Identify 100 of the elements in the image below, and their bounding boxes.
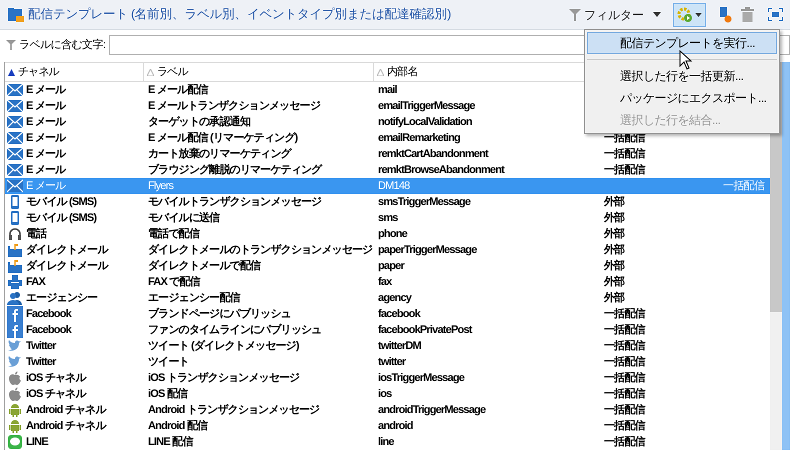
table-cell-text: モバイル (SMS) — [26, 210, 96, 226]
table-cell-text: Android チャネル — [26, 402, 106, 418]
table-row[interactable]: Facebook ブランドページにパブリッシュ facebook 一括配信 — [5, 306, 770, 322]
table-cell: emailTriggerMessage — [378, 100, 475, 112]
table-cell-text: iOS チャネル — [26, 386, 86, 402]
table-row[interactable]: LINE LINE 配信 line 一括配信 — [5, 434, 770, 450]
table-cell: notifyLocalValidation — [378, 116, 472, 128]
table-cell: ダイレクトメールで配信 — [148, 260, 260, 272]
table-cell-text: 外部 — [604, 226, 624, 242]
table-cell-text: 一括配信 — [604, 370, 645, 386]
table-row[interactable]: ダイレクトメール ダイレクトメールのトランザクションメッセージ paperTriggerMessage 外部 — [5, 242, 770, 258]
table-cell: twitter — [378, 356, 406, 368]
headset-icon — [7, 227, 23, 241]
table-cell-text: 一括配信 — [604, 402, 645, 418]
robot-icon — [7, 403, 23, 417]
table-cell-text: E メール — [26, 178, 66, 194]
fax-icon — [7, 275, 23, 289]
table-cell-text: Android チャネル — [26, 418, 106, 434]
table-row[interactable]: モバイル (SMS) モバイルに送信 sms 外部 — [5, 210, 770, 226]
search-label: ラベルに含む文字: — [19, 38, 106, 53]
table-cell: Android 配信 — [148, 420, 208, 432]
table-row[interactable]: FAX FAX で配信 fax 外部 — [5, 274, 770, 290]
table-cell: paper — [378, 260, 404, 272]
menu-item[interactable]: 配信テンプレートを実行... — [587, 32, 777, 54]
mailbox-icon — [7, 259, 23, 273]
table-cell: エージェンシー配信 — [148, 292, 240, 304]
mailbox-icon — [7, 243, 23, 257]
bird-icon — [7, 339, 23, 353]
table-row[interactable]: エージェンシー エージェンシー配信 agency 外部 — [5, 290, 770, 306]
fullscreen-icon[interactable] — [766, 6, 784, 24]
envelope-icon — [7, 115, 23, 129]
caret-icon — [653, 12, 661, 17]
table-cell: mail — [378, 84, 397, 96]
envelope-icon — [7, 99, 23, 113]
table-cell: iosTriggerMessage — [378, 372, 464, 384]
table-row[interactable]: 電話 電話で配信 phone 外部 — [5, 226, 770, 242]
table-cell: E メール配信 — [148, 84, 208, 96]
table-row[interactable]: モバイル (SMS) モバイルトランザクションメッセージ smsTriggerMessage 外部 — [5, 194, 770, 210]
table-cell: facebook — [378, 308, 420, 320]
column-header[interactable]: チャネル — [5, 63, 144, 81]
table-cell: Android トランザクションメッセージ — [148, 404, 320, 416]
table-cell-text: ダイレクトメール — [26, 242, 108, 258]
table-cell: ブランドページにパブリッシュ — [148, 308, 291, 320]
table-cell: FAX で配信 — [148, 276, 200, 288]
table-cell-text: 一括配信 — [723, 178, 764, 194]
table-cell: ターゲットの承認通知 — [148, 116, 250, 128]
table-row[interactable]: Facebook ファンのタイムラインにパブリッシュ facebookPrivatePost 一括配信 — [5, 322, 770, 338]
table-cell: iOS トランザクションメッセージ — [148, 372, 300, 384]
table-cell-text: 外部 — [604, 258, 624, 274]
table-row[interactable]: E メール ブラウジング離脱のリマーケティング remktBrowseAbandonment 一括配信 — [5, 162, 770, 178]
table-cell-text: E メール — [26, 130, 66, 146]
table-row[interactable]: Twitter ツイート (ダイレクトメッセージ) twitterDM 一括配信 — [5, 338, 770, 354]
people-icon — [7, 291, 23, 305]
table-cell: Flyers — [148, 180, 174, 192]
table-row[interactable]: E メール カート放棄のリマーケティング remktCartAbandonment 一括配信 — [5, 146, 770, 162]
window-title: 配信テンプレート (名前別、ラベル別、イベントタイプ別または配達確認別) — [28, 6, 451, 24]
table-cell: DM148 — [378, 180, 410, 192]
table-cell-text: 外部 — [604, 290, 624, 306]
bird-icon — [7, 355, 23, 369]
caret-icon — [695, 12, 702, 16]
table-cell-text: 一括配信 — [604, 354, 645, 370]
table-cell: androidTriggerMessage — [378, 404, 486, 416]
table-cell: E メールトランザクションメッセージ — [148, 100, 320, 112]
table-row[interactable]: ダイレクトメール ダイレクトメールで配信 paper 外部 — [5, 258, 770, 274]
table-cell: android — [378, 420, 413, 432]
facebook-icon — [7, 306, 23, 322]
filter-button[interactable]: フィルター — [567, 6, 663, 24]
table-cell-text: 一括配信 — [604, 322, 645, 338]
table-row[interactable]: Android チャネル Android トランザクションメッセージ androidTriggerMessage 一括配信 — [5, 402, 770, 418]
menu-item[interactable]: パッケージにエクスポート... — [587, 87, 777, 109]
table-cell: phone — [378, 228, 407, 240]
robot-icon — [7, 419, 23, 433]
table-cell: モバイルトランザクションメッセージ — [148, 196, 322, 208]
table-row[interactable]: iOS チャネル iOS 配信 ios 一括配信 — [5, 386, 770, 402]
envelope-icon — [7, 147, 23, 161]
run-button[interactable] — [673, 2, 706, 26]
table-cell-text: Twitter — [26, 354, 56, 370]
table-row[interactable]: Android チャネル Android 配信 android 一括配信 — [5, 418, 770, 434]
trash-icon[interactable] — [738, 6, 756, 24]
table-cell-text: Facebook — [26, 322, 71, 338]
table-cell-text: 一括配信 — [604, 306, 645, 322]
table-row[interactable]: Twitter ツイート twitter 一括配信 — [5, 354, 770, 370]
table-cell: remktBrowseAbandonment — [378, 164, 504, 176]
apple-icon — [7, 387, 23, 401]
column-header[interactable]: ラベル — [144, 63, 374, 81]
gear-icon — [677, 6, 693, 22]
envelope-icon — [7, 131, 23, 145]
table-cell: ファンのタイムラインにパブリッシュ — [148, 324, 322, 336]
table-cell: twitterDM — [378, 340, 421, 352]
table-cell-text: 外部 — [604, 210, 624, 226]
envelope-icon — [7, 163, 23, 177]
table-cell-text: 一括配信 — [604, 418, 645, 434]
folder-icon — [8, 6, 24, 22]
table-cell-text: E メール — [26, 146, 66, 162]
table-cell-text: LINE — [26, 434, 48, 450]
table-cell: モバイルに送信 — [148, 212, 220, 224]
table-cell-text: ダイレクトメール — [26, 258, 108, 274]
table-row[interactable]: iOS チャネル iOS トランザクションメッセージ iosTriggerMessage 一括配信 — [5, 370, 770, 386]
envelope-icon — [7, 179, 23, 193]
table-cell-text: E メール — [26, 114, 66, 130]
